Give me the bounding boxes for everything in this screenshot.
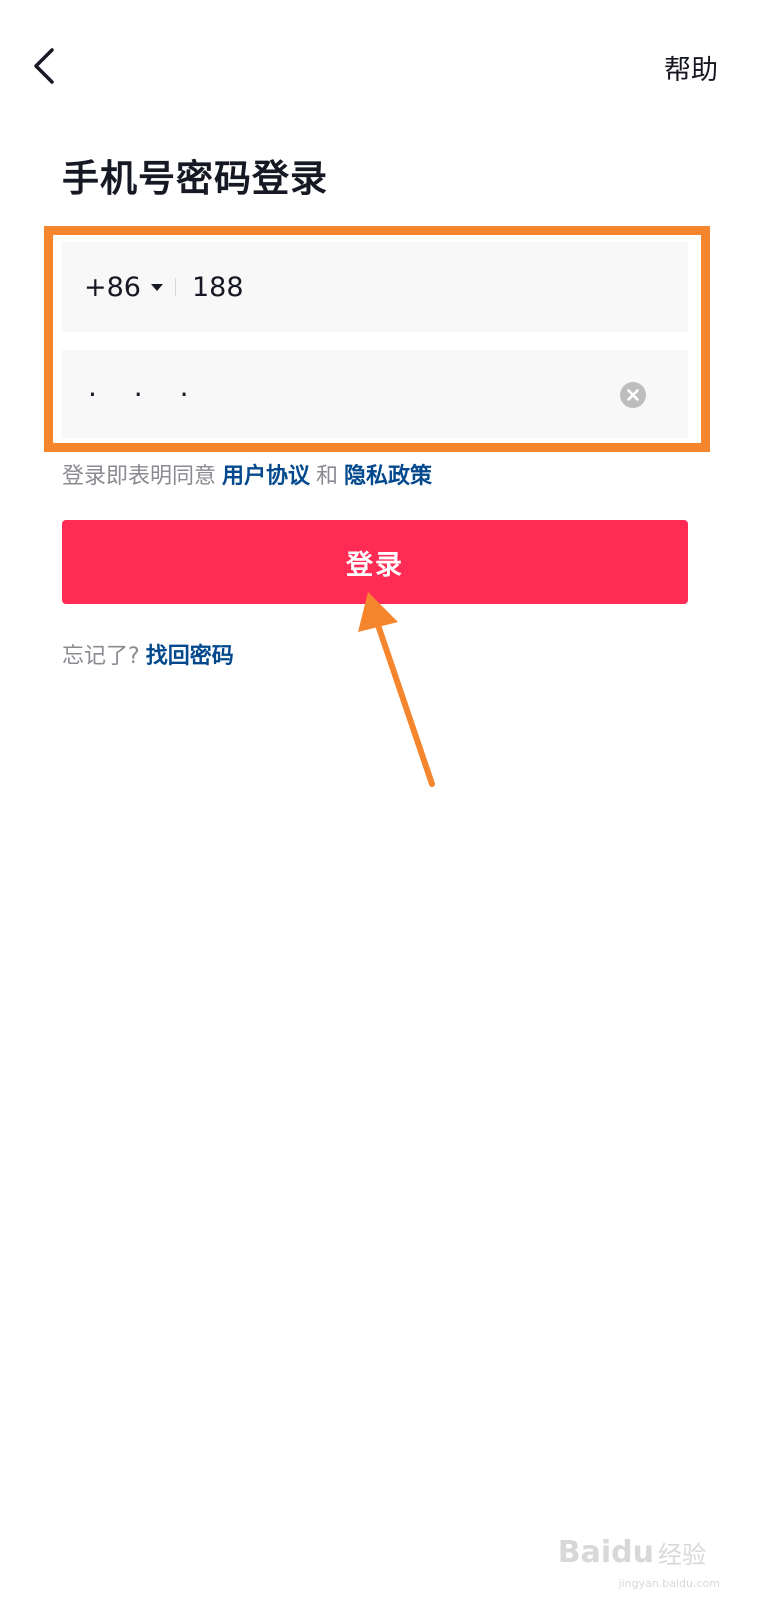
help-link[interactable]: 帮助 <box>664 48 718 87</box>
phone-input[interactable]: 188 <box>192 242 244 332</box>
watermark: Baidu 经验 <box>558 1535 706 1570</box>
watermark-url: jingyan.baidu.com <box>618 1577 720 1590</box>
clear-icon[interactable] <box>620 382 646 408</box>
page-title: 手机号密码登录 <box>62 157 328 200</box>
chevron-left-icon <box>34 48 54 84</box>
agreement-prefix: 登录即表明同意 <box>62 464 217 489</box>
watermark-text: 经验 <box>658 1541 706 1569</box>
agreement-text: 登录即表明同意 用户协议 和 隐私政策 <box>62 458 432 490</box>
forgot-password-row: 忘记了? 找回密码 <box>62 638 234 670</box>
dropdown-caret-icon <box>150 283 163 291</box>
back-button[interactable] <box>28 44 64 88</box>
country-code-selector[interactable]: +86 <box>84 242 163 332</box>
password-field[interactable]: · · · <box>62 350 688 438</box>
privacy-policy-link[interactable]: 隐私政策 <box>344 458 432 490</box>
agreement-conjunction: 和 <box>316 464 339 489</box>
country-code-value: +86 <box>84 271 141 303</box>
phone-field[interactable]: +86 188 <box>62 242 688 332</box>
field-divider <box>175 278 176 296</box>
password-input[interactable]: · · · <box>88 350 203 438</box>
watermark-logo: Baidu <box>557 1535 654 1570</box>
login-button[interactable]: 登录 <box>62 520 688 604</box>
user-agreement-link[interactable]: 用户协议 <box>222 458 310 490</box>
recover-password-link[interactable]: 找回密码 <box>146 638 234 670</box>
forgot-prefix: 忘记了? <box>62 644 140 669</box>
